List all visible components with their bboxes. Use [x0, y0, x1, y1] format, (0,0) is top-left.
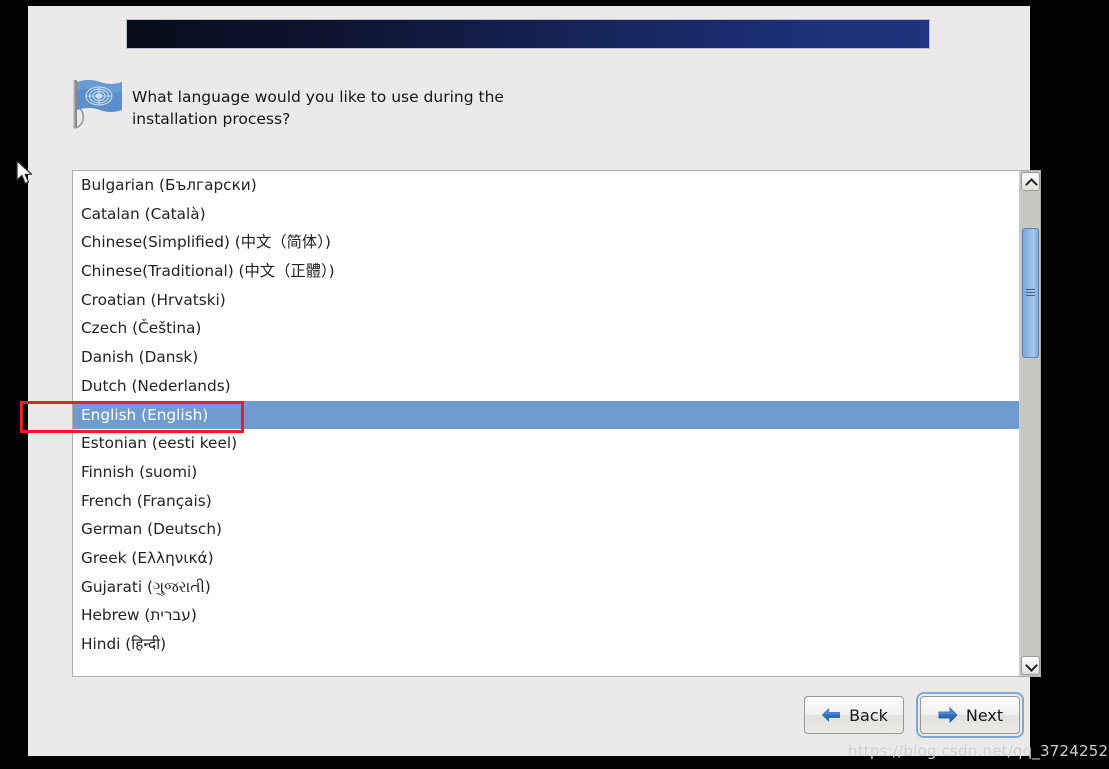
- chevron-down-icon[interactable]: [1021, 656, 1040, 675]
- wizard-button-bar: Back Next: [804, 692, 1024, 738]
- language-list-item[interactable]: English (English): [73, 400, 1019, 430]
- prompt-line-2: installation process?: [132, 110, 291, 128]
- language-listbox[interactable]: Bulgarian (Български) Catalan (Català) Chi…: [72, 170, 1041, 677]
- installer-dialog: What language would you like to use duri…: [28, 6, 1041, 756]
- scrollbar-grip-icon: [1025, 289, 1035, 296]
- back-button-label: Back: [849, 705, 888, 725]
- chevron-up-icon[interactable]: [1021, 172, 1040, 191]
- vertical-scrollbar[interactable]: [1019, 171, 1040, 676]
- language-list-item[interactable]: German (Deutsch): [73, 515, 1019, 544]
- next-button-label: Next: [965, 705, 1004, 725]
- language-list-item[interactable]: Czech (Čeština): [73, 314, 1019, 343]
- language-list-item[interactable]: Chinese(Simplified) (中文（简体）): [73, 228, 1019, 257]
- language-list-item[interactable]: Gujarati (ગુજરાતી): [73, 573, 1019, 602]
- language-list-item[interactable]: Chinese(Traditional) (中文（正體）): [73, 257, 1019, 286]
- language-list-item[interactable]: Greek (Ελληνικά): [73, 544, 1019, 573]
- next-button[interactable]: Next: [916, 692, 1024, 738]
- language-list-item[interactable]: Hebrew (עברית): [73, 601, 1019, 630]
- language-list-item[interactable]: Croatian (Hrvatski): [73, 286, 1019, 315]
- scrollbar-thumb[interactable]: [1022, 228, 1039, 358]
- back-button[interactable]: Back: [804, 696, 904, 734]
- language-list-item[interactable]: Catalan (Català): [73, 200, 1019, 229]
- chevron-down-glyph: [1024, 658, 1038, 672]
- language-list-item[interactable]: Finnish (suomi): [73, 458, 1019, 487]
- prompt-text: What language would you like to use duri…: [132, 86, 504, 130]
- language-list-item[interactable]: Hindi (हिन्दी): [73, 630, 1019, 659]
- language-list-item[interactable]: Estonian (eesti keel): [73, 429, 1019, 458]
- language-list-item[interactable]: Danish (Dansk): [73, 343, 1019, 372]
- language-list-items[interactable]: Bulgarian (Български) Catalan (Català) Chi…: [73, 171, 1019, 676]
- language-list-item[interactable]: French (Français): [73, 487, 1019, 516]
- header-banner: [126, 19, 930, 49]
- chevron-up-glyph: [1024, 177, 1038, 191]
- prompt-row: What language would you like to use duri…: [68, 76, 968, 138]
- arrow-right-icon: [937, 706, 959, 724]
- language-list-item[interactable]: Dutch (Nederlands): [73, 372, 1019, 401]
- un-flag-icon: [68, 76, 124, 138]
- prompt-line-1: What language would you like to use duri…: [132, 88, 504, 106]
- watermark-text: https://blog.csdn.net/qq_37242520: [848, 742, 1109, 760]
- arrow-left-icon: [820, 706, 842, 724]
- language-list-item[interactable]: Bulgarian (Български): [73, 171, 1019, 200]
